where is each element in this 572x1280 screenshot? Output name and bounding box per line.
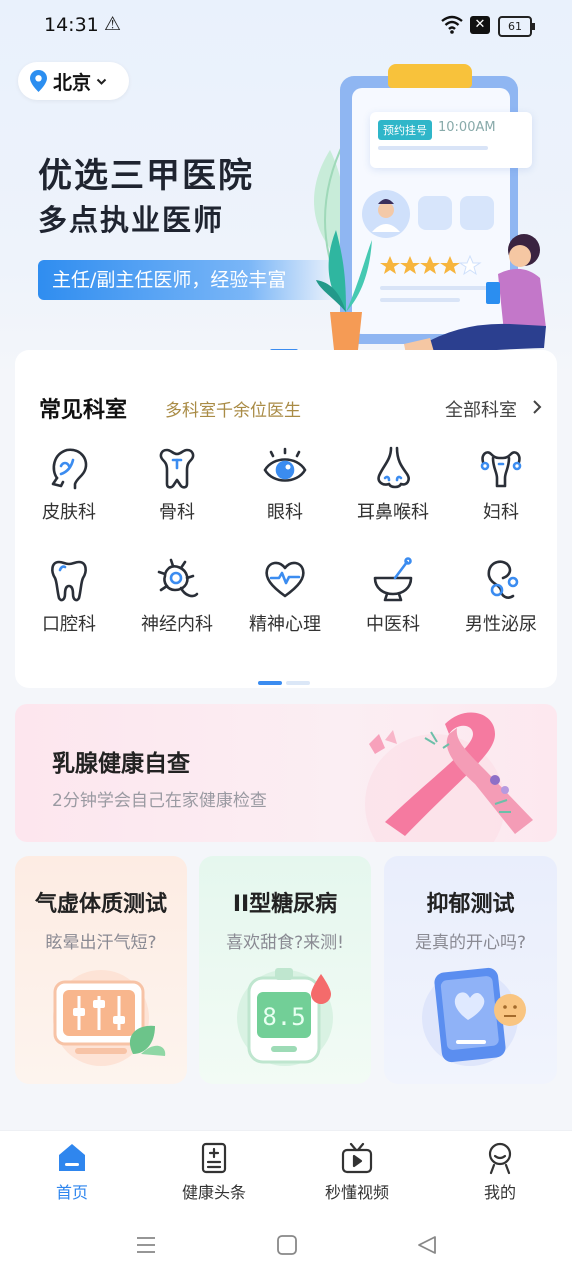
banner-tagline: 主任/副主任医师，经验丰富 (38, 260, 338, 300)
notification-off-icon: ✕ (470, 16, 490, 34)
department-label: 中医科 (366, 614, 420, 635)
breast-selfcheck-banner[interactable]: 乳腺健康自查 2分钟学会自己在家健康检查 (15, 704, 557, 842)
test-title: II型糖尿病 (232, 892, 338, 917)
news-document-icon (201, 1142, 227, 1174)
status-bar: 14:31 ⚠ ✕ 61 (0, 0, 572, 52)
departments-pager (258, 670, 314, 689)
test-subtitle: 眩晕出汗气短? (45, 933, 157, 953)
department-label: 妇科 (483, 502, 519, 523)
department-label: 皮肤科 (42, 502, 96, 523)
test-card-depression[interactable]: 抑郁测试 是真的开心吗? (384, 856, 557, 1084)
department-stomatology[interactable]: 口腔科 (15, 554, 123, 654)
battery-indicator: 61 (498, 16, 535, 37)
department-ophthalmology[interactable]: 眼科 (231, 442, 339, 542)
departments-subtitle: 多科室千余位医生 (165, 401, 301, 421)
nav-label: 健康头条 (181, 1183, 246, 1202)
wifi-icon (441, 15, 463, 34)
test-card-qi-deficiency[interactable]: 气虚体质测试 眩晕出汗气短? (15, 856, 187, 1084)
department-label: 骨科 (159, 502, 195, 523)
equalizer-monitor-icon (53, 970, 166, 1066)
promo-banner[interactable]: 优选三甲医院 多点执业医师 主任/副主任医师，经验丰富 预约挂号 10:00AM (0, 60, 572, 360)
test-subtitle: 喜欢甜食?来测! (226, 933, 344, 953)
department-label: 男性泌尿 (465, 614, 537, 635)
home-icon (59, 1144, 85, 1171)
nav-health-news[interactable]: 健康头条 (164, 1141, 264, 1203)
department-label: 神经内科 (141, 614, 213, 635)
pink-ribbon-illustration (365, 712, 533, 842)
departments-card: 常见科室 多科室千余位医生 全部科室 皮肤科 骨科 眼科 耳鼻喉科 妇科 口腔科… (15, 350, 557, 688)
chevron-right-icon[interactable] (531, 399, 543, 415)
department-urology[interactable]: 男性泌尿 (447, 554, 555, 654)
test-title: 气虚体质测试 (34, 892, 167, 917)
glucose-reading: 8.5 (262, 1003, 305, 1031)
nav-label: 我的 (483, 1183, 516, 1202)
department-ent[interactable]: 耳鼻喉科 (339, 442, 447, 542)
face-icon (51, 448, 88, 490)
nose-icon (377, 446, 410, 489)
alert-icon: ⚠ (104, 13, 122, 35)
nav-home[interactable]: 首页 (22, 1141, 122, 1203)
department-label: 耳鼻喉科 (357, 502, 429, 523)
department-dermatology[interactable]: 皮肤科 (15, 442, 123, 542)
system-navigation-bar (0, 1210, 572, 1280)
nav-videos[interactable]: 秒懂视频 (307, 1141, 407, 1203)
breast-banner-title: 乳腺健康自查 (52, 751, 190, 777)
menu-icon[interactable] (135, 1234, 157, 1256)
uterus-icon (480, 451, 522, 488)
nav-profile[interactable]: 我的 (450, 1141, 550, 1203)
department-label: 精神心理 (249, 614, 321, 635)
status-time: 14:31 (44, 14, 99, 36)
bone-icon (159, 448, 195, 489)
all-departments-link[interactable]: 全部科室 (445, 396, 517, 422)
banner-title: 优选三甲医院 (38, 156, 254, 196)
departments-title: 常见科室 (39, 398, 128, 423)
department-psychology[interactable]: 精神心理 (231, 554, 339, 654)
male-urology-icon (487, 560, 519, 599)
department-label: 眼科 (267, 502, 303, 523)
tooth-icon (51, 560, 87, 602)
booking-time: 10:00AM (438, 120, 496, 135)
eye-icon (263, 447, 307, 482)
nav-label: 首页 (55, 1183, 88, 1202)
department-tcm[interactable]: 中医科 (339, 554, 447, 654)
bottom-navigation: 首页 健康头条 秒懂视频 我的 (0, 1130, 572, 1211)
back-triangle-icon[interactable] (416, 1234, 438, 1256)
booking-tag: 预约挂号 (378, 120, 432, 140)
tv-play-icon (341, 1142, 373, 1174)
banner-subtitle: 多点执业医师 (38, 203, 225, 237)
department-label: 口腔科 (42, 614, 96, 635)
neuron-icon (157, 558, 199, 598)
test-subtitle: 是真的开心吗? (414, 933, 527, 953)
phone-heart-icon (422, 967, 526, 1066)
department-neurology[interactable]: 神经内科 (123, 554, 231, 654)
mortar-icon (373, 557, 413, 602)
test-title: 抑郁测试 (426, 892, 515, 917)
test-card-diabetes[interactable]: II型糖尿病 喜欢甜食?来测! 8.5 (199, 856, 371, 1084)
breast-banner-subtitle: 2分钟学会自己在家健康检查 (52, 791, 267, 811)
glucose-meter-icon: 8.5 (237, 968, 333, 1066)
department-orthopedics[interactable]: 骨科 (123, 442, 231, 542)
profile-icon (488, 1142, 512, 1175)
department-gynecology[interactable]: 妇科 (447, 442, 555, 542)
home-square-icon[interactable] (276, 1234, 298, 1256)
nav-label: 秒懂视频 (324, 1183, 389, 1202)
heart-pulse-icon (265, 561, 305, 598)
